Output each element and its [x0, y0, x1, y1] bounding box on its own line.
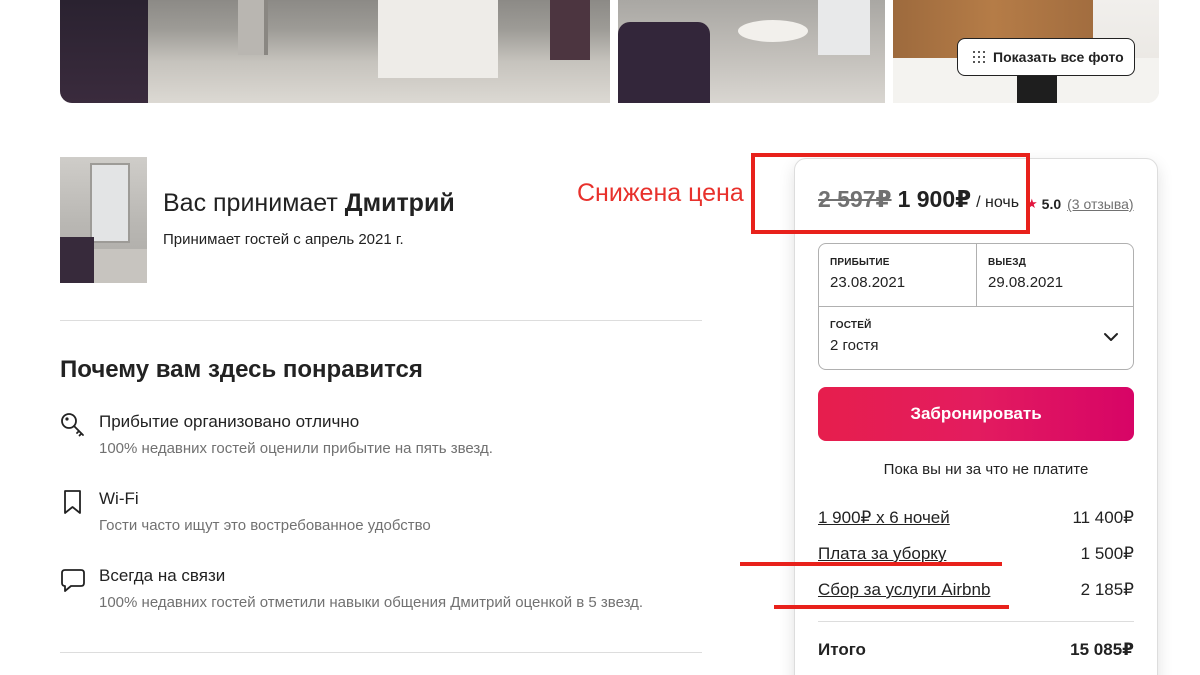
show-all-photos-button[interactable]: Показать все фото: [957, 38, 1135, 76]
photo-wall-shape: [378, 0, 498, 78]
gallery-photo-living-room[interactable]: [60, 0, 610, 103]
key-icon: [61, 413, 84, 437]
photo-sofa-shape: [60, 237, 94, 283]
checkout-label: ВЫЕЗД: [988, 257, 1027, 268]
fee-amount: 2 185₽: [1080, 580, 1134, 599]
host-name: Дмитрий: [344, 189, 455, 217]
highlight-subtitle: 100% недавних гостей отметили навыки общ…: [99, 594, 644, 611]
rating-value: 5.0: [1041, 196, 1062, 212]
show-all-photos-label: Показать все фото: [993, 49, 1124, 65]
photo-oven-shape: [1017, 75, 1057, 103]
reviews-link[interactable]: (3 отзыва): [1067, 196, 1133, 212]
highlight-item-communication: Всегда на связи 100% недавних гостей отм…: [60, 566, 720, 616]
photo-sofa-shape: [618, 22, 710, 103]
checkout-field[interactable]: ВЫЕЗД 29.08.2021: [977, 244, 1134, 306]
highlight-item-arrival: Прибытие организовано отлично 100% недав…: [60, 412, 720, 462]
host-title-prefix: Вас принимает: [163, 189, 345, 217]
fee-underline-mark: [774, 605, 1009, 609]
highlight-subtitle: 100% недавних гостей оценили прибытие на…: [99, 440, 493, 457]
fee-label[interactable]: 1 900₽ x 6 ночей: [818, 508, 950, 528]
fee-label[interactable]: Плата за уборку: [818, 544, 946, 564]
dates-guests-picker: ПРИБЫТИЕ 23.08.2021 ВЫЕЗД 29.08.2021 ГОС…: [818, 243, 1134, 370]
photo-floor-shape: [94, 249, 147, 283]
total-label: Итого: [818, 640, 866, 659]
host-title: Вас принимает Дмитрий: [163, 189, 455, 218]
fee-amount: 11 400₽: [1072, 508, 1134, 527]
highlight-title: Всегда на связи: [99, 566, 226, 585]
gallery-photo-dining[interactable]: [618, 0, 885, 103]
checkin-label: ПРИБЫТИЕ: [830, 257, 890, 268]
fee-amount: 1 500₽: [1080, 544, 1134, 563]
checkout-value: 29.08.2021: [988, 274, 1064, 291]
section-divider: [60, 652, 702, 653]
photo-sofa-shape: [60, 0, 148, 103]
photo-curtain-shape: [550, 0, 590, 60]
photo-window-shape: [818, 0, 870, 55]
chevron-down-icon: [1104, 333, 1118, 341]
host-since: Принимает гостей с апрель 2021 г.: [163, 231, 404, 248]
photo-window-shape: [90, 163, 130, 243]
fee-label[interactable]: Сбор за услуги Airbnb: [818, 580, 990, 600]
price-highlight-box: [751, 153, 1030, 234]
photo-table-shape: [738, 20, 808, 42]
card-divider: [818, 621, 1134, 622]
photo-chair-shape: [238, 0, 268, 55]
highlights-title: Почему вам здесь понравится: [60, 356, 423, 383]
fee-row-service: Сбор за услуги Airbnb 2 185₽: [818, 580, 1134, 602]
fee-row-nights: 1 900₽ x 6 ночей 11 400₽: [818, 508, 1134, 530]
section-divider: [60, 320, 702, 321]
no-charge-note: Пока вы ни за что не платите: [883, 461, 1089, 478]
grid-dots-icon: [973, 51, 985, 63]
highlight-title: Прибытие организовано отлично: [99, 412, 360, 431]
highlight-subtitle: Гости часто ищут это востребованное удоб…: [99, 517, 431, 534]
total-amount: 15 085₽: [1070, 640, 1134, 659]
price-reduced-annotation: Снижена цена: [577, 179, 744, 207]
checkin-value: 23.08.2021: [830, 274, 906, 291]
highlight-item-wifi: Wi-Fi Гости часто ищут это востребованно…: [60, 489, 720, 539]
highlight-title: Wi-Fi: [99, 489, 139, 508]
total-row: Итого 15 085₽: [818, 640, 1134, 662]
guests-value: 2 гостя: [830, 337, 879, 354]
reserve-button[interactable]: Забронировать: [818, 387, 1134, 441]
guests-select[interactable]: ГОСТЕЙ 2 гостя: [819, 306, 1133, 369]
rating: ★ 5.0 (3 отзыва): [1026, 196, 1134, 212]
chat-bubble-icon: [61, 569, 85, 592]
checkin-field[interactable]: ПРИБЫТИЕ 23.08.2021: [819, 244, 977, 306]
guests-label: ГОСТЕЙ: [830, 320, 872, 331]
bookmark-icon: [64, 490, 81, 514]
fee-underline-mark: [740, 562, 1002, 566]
host-listing-photo[interactable]: [60, 157, 147, 283]
